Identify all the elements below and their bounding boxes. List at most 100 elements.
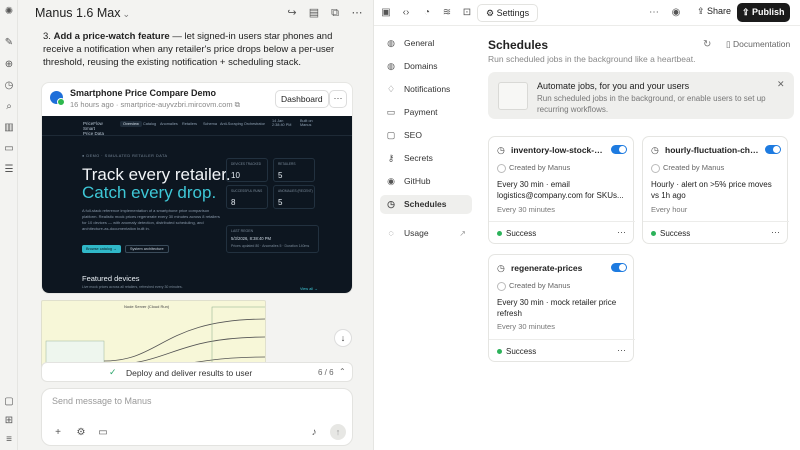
settings-panel: ▣ ‹› ◔ ≋ ⊡ ⚙ Settings ⋯ ◉ ⇪ Share ⇪ Publ…	[373, 0, 800, 450]
schedule-more-button[interactable]: ⋯	[771, 227, 780, 238]
lock-icon[interactable]: ⊡	[460, 6, 474, 20]
search-icon[interactable]: ⌕	[3, 101, 15, 113]
connectors-icon[interactable]: ⚙	[75, 427, 87, 439]
compass-icon[interactable]: ⊕	[3, 59, 15, 71]
list-number: 3.	[43, 31, 51, 42]
stat-card: DEVICES TRACKED 10	[226, 158, 268, 182]
preview-eyebrow: ● DEMO · SIMULATED RETAILER DATA	[82, 154, 168, 158]
preview-built-on: Built on Manus	[300, 119, 313, 127]
schedule-toggle[interactable]	[611, 145, 627, 154]
apps-icon[interactable]: ⊞	[3, 415, 15, 427]
settings-nav-general[interactable]: ◍ General	[380, 34, 472, 53]
preview-featured-sub: Live mock prices across all retailers, r…	[82, 285, 183, 289]
check-icon: ✓	[109, 367, 117, 377]
message-composer[interactable]: Send message to Manus + ⚙ ▭ ♪ ↑	[41, 388, 353, 446]
status-dot	[497, 231, 502, 237]
settings-nav-label: Notifications	[404, 84, 451, 94]
schedule-more-button[interactable]: ⋯	[617, 345, 626, 356]
page-title: Schedules	[488, 38, 549, 52]
add-icon[interactable]: +	[52, 427, 64, 439]
site-preview[interactable]: PriceFlow Smart Price Data Overview Cata…	[42, 116, 352, 293]
database-icon[interactable]: ≋	[440, 6, 454, 20]
chevron-down-icon: ⌄	[122, 9, 131, 19]
stat-value: 5	[278, 198, 283, 207]
clock-icon: ◷	[651, 145, 659, 155]
settings-nav-label: Domains	[404, 61, 438, 71]
banner-title: Automate jobs, for you and your users	[537, 81, 690, 91]
preview-tab: Catalog	[143, 122, 157, 126]
folder-icon[interactable]: ▭	[3, 143, 15, 155]
copy-icon[interactable]: ⧉	[328, 6, 342, 20]
sliders-icon[interactable]: ≡	[3, 434, 15, 446]
task-progress-bar[interactable]: ✓ Deploy and deliver results to user 6 /…	[41, 362, 353, 382]
dashboard-button[interactable]: Dashboard	[275, 90, 329, 108]
schedule-card[interactable]: ◷ regenerate-prices Created by Manus Eve…	[488, 254, 635, 362]
tab-settings[interactable]: ⚙ Settings	[477, 4, 539, 22]
preview-tab: Overview	[120, 121, 142, 127]
settings-nav-schedules[interactable]: ◷ Schedules	[380, 195, 472, 214]
preview-description: A full-stack reference implementation of…	[82, 208, 220, 231]
schedule-card[interactable]: ◷ hourly-fluctuation-check Created by Ma…	[642, 136, 789, 244]
preview-icon[interactable]: ▣	[379, 6, 393, 20]
schedule-more-button[interactable]: ⋯	[617, 227, 626, 238]
preview-tab: Retailers	[182, 122, 197, 126]
dashboard-icon[interactable]: ◔	[420, 6, 434, 20]
preview-clock: 14 Jan 2:38:40 PM	[272, 119, 292, 127]
clock-icon[interactable]: ◷	[3, 80, 15, 92]
settings-nav-payment[interactable]: ▭ Payment	[380, 103, 472, 122]
library-icon[interactable]: ▥	[3, 122, 15, 134]
user-icon	[497, 281, 506, 291]
schedule-creator: Created by Manus	[497, 163, 570, 173]
stat-label: RETAILERS	[278, 162, 296, 166]
preview-last-regen: LAST REGEN 5/3/2026, 8:38:40 PM Prices u…	[226, 225, 319, 253]
model-selector[interactable]: Manus 1.6 Max ⌄	[35, 6, 130, 20]
more-icon[interactable]: ⋯	[647, 6, 661, 20]
card-url[interactable]: smartprice-auyvzbri.mircovm.com	[120, 100, 232, 109]
settings-nav-github[interactable]: ◉ GitHub	[380, 172, 472, 191]
settings-nav-label: Payment	[404, 107, 438, 117]
github-icon[interactable]: ◉	[669, 6, 683, 20]
preview-view-all: View all →	[300, 287, 318, 291]
settings-nav-seo[interactable]: ▢ SEO	[380, 126, 472, 145]
microphone-icon[interactable]: ♪	[308, 427, 320, 439]
card-more-button[interactable]: ···	[329, 90, 347, 108]
chat-icon[interactable]: ▢	[3, 396, 15, 408]
preview-tab: Anti-Scraping Orchestrator	[220, 122, 265, 126]
settings-nav-secrets[interactable]: ⚷ Secrets	[380, 149, 472, 168]
publish-button[interactable]: ⇪ Publish	[737, 3, 790, 22]
edit-icon[interactable]: ✎	[3, 37, 15, 49]
documentation-link[interactable]: ▯ Documentation	[726, 39, 790, 50]
page-subtitle: Run scheduled jobs in the background lik…	[488, 54, 696, 64]
settings-nav-notifications[interactable]: ♢ Notifications	[380, 80, 472, 99]
schedule-description: Every 30 min · mock retailer price refre…	[497, 298, 617, 318]
schedule-toggle[interactable]	[765, 145, 781, 154]
preview-headline-accent: Catch every drop.	[82, 183, 217, 202]
close-icon[interactable]: ✕	[777, 79, 785, 90]
share-button[interactable]: ⇪ Share	[697, 6, 731, 17]
refresh-icon[interactable]: ↻	[703, 39, 711, 50]
preview-tab: Anomalies	[160, 122, 178, 126]
settings-nav-domains[interactable]: ◍ Domains	[380, 57, 472, 76]
schedule-description: Hourly · alert on >5% price moves vs 1h …	[651, 180, 772, 200]
chevron-up-icon[interactable]: ⌃	[339, 367, 346, 376]
schedule-toggle[interactable]	[611, 263, 627, 272]
schedule-card[interactable]: ◷ inventory-low-stock-ch... Created by M…	[488, 136, 635, 244]
preview-nav: PriceFlow Smart Price Data Overview Cata…	[42, 116, 352, 136]
card-subtitle: 16 hours ago · smartprice-auyvzbri.mirco…	[70, 100, 241, 109]
more-icon[interactable]: ⋯	[350, 6, 364, 20]
clock-icon: ◷	[387, 199, 395, 209]
manus-logo-icon[interactable]: ✺	[3, 6, 15, 18]
right-toolbar: ▣ ‹› ◔ ≋ ⊡ ⚙ Settings ⋯ ◉ ⇪ Share ⇪ Publ…	[374, 0, 800, 26]
send-button[interactable]: ↑	[330, 424, 346, 440]
scroll-down-button[interactable]: ↓	[334, 329, 352, 347]
code-icon[interactable]: ‹›	[399, 6, 413, 20]
chat-topbar: Manus 1.6 Max ⌄ ↪ ▤ ⧉ ⋯	[18, 0, 373, 26]
document-icon[interactable]: ▤	[307, 6, 321, 20]
stat-label: ANOMALIES (RECENT)	[278, 189, 313, 193]
tasks-icon[interactable]: ☰	[3, 164, 15, 176]
screen-icon[interactable]: ▭	[97, 427, 109, 439]
creator-label: Created by Manus	[509, 281, 571, 290]
status-label: Success	[506, 229, 537, 238]
settings-nav-usage[interactable]: ◌ Usage ↗	[380, 224, 472, 243]
share-arrow-icon[interactable]: ↪	[285, 6, 299, 20]
